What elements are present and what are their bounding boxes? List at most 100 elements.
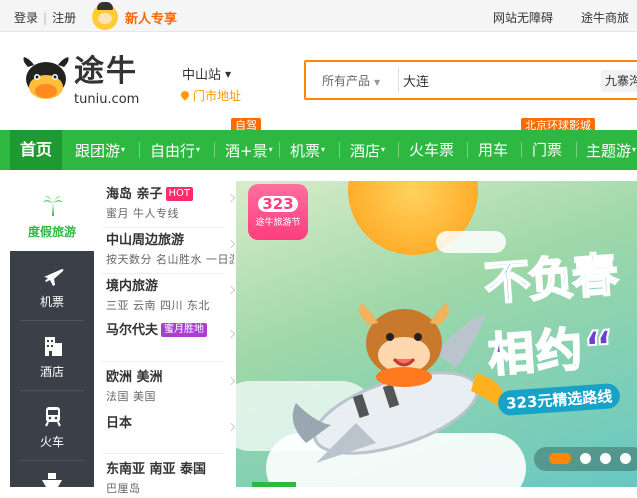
login-link[interactable]: 登录 bbox=[14, 9, 38, 26]
nav-item-hotels[interactable]: 酒店▾ bbox=[350, 130, 385, 170]
divider bbox=[467, 142, 468, 158]
nav-item-flights[interactable]: 机票▾ bbox=[290, 130, 325, 170]
search-hint-tag[interactable]: 九寨沟 bbox=[601, 70, 637, 92]
nav-label: 酒+景 bbox=[225, 142, 268, 160]
location-pin-icon bbox=[179, 89, 191, 101]
nav-item-group-tour[interactable]: 跟团游▾ bbox=[75, 130, 125, 170]
nav-label: 自由行 bbox=[150, 142, 196, 160]
logo-text: 途牛 bbox=[74, 54, 138, 89]
airplane-icon bbox=[44, 269, 64, 286]
active-tab-underline bbox=[252, 482, 296, 487]
top-bar: 登录 | 注册 新人专享 网站无障碍 途牛商旅 bbox=[0, 0, 637, 32]
carousel-indicators bbox=[549, 453, 631, 464]
submenu-title: 日本 bbox=[106, 416, 133, 431]
divider bbox=[576, 142, 577, 158]
submenu-links[interactable]: 巴厘岛 bbox=[106, 480, 234, 498]
nav-item-hotel-scenic[interactable]: 酒+景▾ bbox=[225, 130, 273, 170]
search-input[interactable] bbox=[403, 69, 593, 91]
accessibility-link[interactable]: 网站无障碍 bbox=[493, 9, 553, 26]
nav-item-car[interactable]: 用车 bbox=[478, 130, 508, 170]
festival-badge-text: 途牛旅游节 bbox=[255, 218, 301, 228]
station-selector[interactable]: 中山站 ▼ bbox=[182, 64, 231, 83]
submenu-links[interactable]: 按天数分 名山胜水 一日游 bbox=[106, 251, 234, 269]
submenu-group-nearby[interactable]: 中山周边旅游 按天数分 名山胜水 一日游 bbox=[106, 231, 236, 269]
register-link[interactable]: 注册 bbox=[52, 9, 76, 26]
divider bbox=[139, 142, 140, 158]
account-links: 登录 | 注册 bbox=[14, 9, 76, 26]
nav-item-train[interactable]: 火车票 bbox=[409, 130, 454, 170]
banner-slogan-line2: 相约“ bbox=[485, 319, 619, 384]
submenu-title: 东南亚 南亚 泰国 bbox=[106, 462, 207, 477]
nav-item-tickets[interactable]: 门票 bbox=[532, 130, 562, 170]
mascot-icon bbox=[92, 2, 118, 30]
nav-label: 跟团游 bbox=[75, 142, 121, 160]
divider bbox=[20, 460, 84, 461]
store-address-link[interactable]: 门市地址 bbox=[179, 87, 242, 104]
nav-label: 酒店 bbox=[350, 142, 381, 160]
category-sidebar: 度假旅游 机票 酒店 火车 bbox=[10, 181, 94, 487]
divider bbox=[102, 273, 224, 274]
cow-logo-icon bbox=[23, 57, 69, 99]
ship-icon bbox=[42, 473, 62, 487]
festival-badge-number: 323 bbox=[258, 196, 298, 212]
nav-item-home[interactable]: 首页 bbox=[10, 130, 63, 170]
submenu-group-maldives[interactable]: 马尔代夫 蜜月胜地 bbox=[106, 321, 236, 341]
sidebar-item-label: 酒店 bbox=[39, 365, 64, 379]
divider bbox=[214, 142, 215, 158]
nav-item-free-travel[interactable]: 自由行▾ bbox=[150, 130, 200, 170]
logo-domain: tuniu.com bbox=[74, 92, 140, 107]
honeymoon-badge: 蜜月胜地 bbox=[161, 323, 208, 337]
submenu-title-text: 马尔代夫 bbox=[106, 323, 159, 338]
sidebar-item-vacation[interactable]: 度假旅游 bbox=[10, 181, 94, 251]
sidebar-item-train[interactable]: 火车 bbox=[10, 391, 94, 461]
submenu-title: 中山周边旅游 bbox=[106, 233, 185, 248]
nav-item-theme-tour[interactable]: 主题游▾ bbox=[586, 130, 636, 170]
submenu-links[interactable]: 蜜月 牛人专线 bbox=[106, 205, 234, 223]
nav-label: 机票 bbox=[290, 142, 321, 160]
divider bbox=[398, 142, 399, 158]
business-travel-link[interactable]: 途牛商旅 bbox=[581, 9, 629, 26]
submenu-group-europe[interactable]: 欧洲 美洲 法国 美国 bbox=[106, 368, 236, 406]
palm-tree-icon bbox=[43, 196, 63, 216]
submenu-group-domestic[interactable]: 境内旅游 三亚 云南 四川 东北 bbox=[106, 277, 236, 315]
carousel-dot[interactable] bbox=[620, 453, 631, 464]
new-user-promo[interactable]: 新人专享 bbox=[92, 2, 178, 30]
divider bbox=[398, 68, 399, 92]
festival-badge: 323 途牛旅游节 bbox=[248, 184, 308, 240]
submenu-title: 海岛 亲子 HOT bbox=[106, 185, 234, 205]
search-category-select[interactable]: 所有产品 ▼ bbox=[322, 72, 380, 89]
cow-rocket-illustration bbox=[292, 303, 504, 463]
top-right-links: 网站无障碍 途牛商旅 bbox=[493, 9, 629, 26]
chevron-down-icon: ▾ bbox=[196, 145, 201, 154]
chevron-down-icon: ▼ bbox=[225, 70, 232, 79]
carousel-dot[interactable] bbox=[600, 453, 611, 464]
site-logo[interactable]: 途牛 tuniu.com bbox=[22, 55, 157, 111]
promo-banner[interactable]: 323 途牛旅游节 不负春 相约“ 323元精选路线 bbox=[236, 181, 637, 487]
promo-label: 新人专享 bbox=[125, 11, 178, 27]
carousel-dot[interactable] bbox=[549, 453, 571, 464]
submenu-title: 马尔代夫 蜜月胜地 bbox=[106, 321, 234, 341]
chevron-down-icon: ▾ bbox=[268, 145, 273, 154]
sidebar-item-flights[interactable]: 机票 bbox=[10, 251, 94, 321]
sidebar-item-label: 度假旅游 bbox=[27, 225, 76, 239]
submenu-links[interactable]: 法国 美国 bbox=[106, 388, 234, 406]
building-icon bbox=[45, 337, 62, 356]
hot-badge: HOT bbox=[165, 187, 194, 201]
submenu-group-island[interactable]: 海岛 亲子 HOT 蜜月 牛人专线 bbox=[106, 185, 236, 223]
sidebar-item-label: 火车 bbox=[39, 435, 64, 449]
store-address-label: 门市地址 bbox=[193, 89, 242, 103]
submenu-group-southeast-asia[interactable]: 东南亚 南亚 泰国 巴厘岛 bbox=[106, 460, 234, 498]
submenu-title: 欧洲 美洲 bbox=[106, 370, 163, 385]
search-box: 所有产品▼ 九寨沟 bbox=[304, 60, 637, 100]
category-submenu: 海岛 亲子 HOT 蜜月 牛人专线 中山周边旅游 按天数分 名山胜水 一日游 境内… bbox=[94, 181, 236, 495]
search-category-label: 所有产品 bbox=[322, 74, 371, 88]
divider bbox=[339, 142, 340, 158]
chevron-down-icon: ▾ bbox=[121, 145, 126, 154]
divider: | bbox=[43, 10, 48, 25]
sidebar-item-hotels[interactable]: 酒店 bbox=[10, 321, 94, 391]
sidebar-item-label: 机票 bbox=[39, 295, 64, 309]
train-icon bbox=[45, 407, 61, 427]
submenu-group-japan[interactable]: 日本 bbox=[106, 414, 236, 434]
carousel-dot[interactable] bbox=[580, 453, 591, 464]
submenu-links[interactable]: 三亚 云南 四川 东北 bbox=[106, 297, 234, 315]
